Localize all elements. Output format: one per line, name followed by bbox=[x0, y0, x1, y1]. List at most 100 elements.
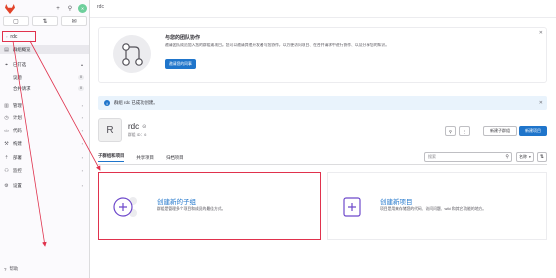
sidebar-item-group-overview[interactable]: ▤ 群组概览 bbox=[0, 45, 89, 54]
help-label: 帮助 bbox=[9, 266, 19, 271]
group-tabs: 子群组和项目 共享项目 归档项目 bbox=[98, 153, 184, 162]
project-illustration-icon bbox=[343, 197, 361, 217]
sidebar-item-deploy[interactable]: ⇡ 部署 › bbox=[0, 153, 89, 162]
invite-title: 与您的团队协作 bbox=[165, 35, 201, 41]
alert-text: 群组 rdc 已成功创建。 bbox=[114, 100, 158, 105]
collaboration-illustration-icon bbox=[113, 35, 151, 73]
create-subgroup-card[interactable]: 创建新的子组 群组是管理多个项目和成员的最佳方式。 bbox=[98, 172, 321, 240]
new-subgroup-button[interactable]: 新建子群组 bbox=[483, 126, 517, 136]
merge-requests-shortcut-icon[interactable]: ⇅ bbox=[32, 16, 58, 26]
sidebar-item-label: 群组概览 bbox=[13, 46, 31, 52]
chevron-right-icon: › bbox=[81, 128, 83, 133]
group-id: 群组 ID：6 bbox=[128, 133, 147, 137]
invite-members-card: 与您的团队协作 邀请团队成员加入您的群组或项目。您可以邀请其他开发者与您协作，以… bbox=[98, 27, 547, 83]
build-icon: ⚒ bbox=[4, 140, 9, 147]
chevron-right-icon: › bbox=[81, 183, 83, 188]
divider bbox=[90, 17, 556, 18]
pin-icon: ⌖ bbox=[5, 61, 8, 68]
issues-count-badge: 0 bbox=[78, 75, 84, 80]
plus-icon[interactable]: + bbox=[54, 5, 62, 13]
search-input[interactable]: 搜索 ⚲ bbox=[424, 152, 512, 162]
issues-shortcut-icon[interactable]: ▢ bbox=[3, 16, 29, 26]
sidebar-item-manage[interactable]: ▥ 管理 › bbox=[0, 101, 89, 110]
sort-dropdown[interactable]: 名称 ▾ bbox=[516, 152, 534, 162]
top-icons: + ⚲ ✕ bbox=[54, 4, 87, 13]
tab-subgroups-and-projects[interactable]: 子群组和项目 bbox=[98, 153, 125, 162]
sidebar-item-label: 监控 bbox=[13, 167, 22, 173]
settings-icon-button[interactable]: ⚲ bbox=[445, 126, 456, 136]
lock-icon: ⊝ bbox=[142, 123, 147, 130]
sidebar-item-monitor[interactable]: ⚇ 监控 › bbox=[0, 166, 89, 175]
deploy-icon: ⇡ bbox=[4, 154, 9, 161]
sidebar-item-label: 计划 bbox=[13, 114, 22, 120]
project-name: rdc bbox=[10, 33, 18, 40]
project-context-switcher[interactable]: ▫ rdc bbox=[2, 31, 36, 42]
group-title: rdc ⊝ bbox=[128, 122, 146, 131]
gear-icon: ⚙ bbox=[4, 182, 9, 189]
wrench-icon: ⚲ bbox=[449, 128, 452, 134]
chevron-right-icon: › bbox=[81, 168, 83, 173]
sidebar-item-merge-requests[interactable]: 合并请求 0 bbox=[0, 84, 89, 93]
create-project-description: 项目是用来存储您的代码、访问问题、wiki 和其它功能的地方。 bbox=[380, 207, 487, 211]
sidebar-item-settings[interactable]: ⚙ 设置 › bbox=[0, 181, 89, 190]
sidebar-item-pinned[interactable]: ⌖ 已钉选 ▴ bbox=[0, 60, 89, 69]
create-subgroup-title[interactable]: 创建新的子组 bbox=[157, 196, 196, 206]
chevron-down-icon: ▾ bbox=[529, 155, 531, 159]
search-placeholder: 搜索 bbox=[428, 154, 436, 159]
close-icon[interactable]: ✕ bbox=[539, 30, 543, 36]
sidebar-item-code[interactable]: </> 代码 › bbox=[0, 126, 89, 135]
overview-icon: ▤ bbox=[4, 46, 9, 53]
invite-description: 邀请团队成员加入您的群组或项目。您可以邀请其他开发者与您协作，以方便访问项目、在… bbox=[165, 43, 390, 47]
group-name: rdc bbox=[128, 122, 140, 131]
tab-shared-projects[interactable]: 共享项目 bbox=[136, 155, 154, 161]
breadcrumb[interactable]: rdc bbox=[97, 4, 104, 10]
sidebar-item-label: 议题 bbox=[13, 74, 22, 80]
sort-direction-button[interactable]: ⇅ bbox=[537, 152, 547, 162]
search-icon: ⚲ bbox=[505, 154, 509, 160]
search-icon[interactable]: ⚲ bbox=[66, 5, 74, 13]
create-project-card[interactable]: 创建新项目 项目是用来存储您的代码、访问问题、wiki 和其它功能的地方。 bbox=[327, 172, 547, 240]
chevron-right-icon: › bbox=[81, 155, 83, 160]
gitlab-logo-icon[interactable] bbox=[5, 4, 15, 14]
manage-icon: ▥ bbox=[4, 102, 9, 109]
new-project-button[interactable]: 新建项目 bbox=[519, 126, 547, 136]
project-icon: ▫ bbox=[6, 34, 8, 39]
sidebar-item-plan[interactable]: ◷ 计划 › bbox=[0, 113, 89, 122]
tab-archived-projects[interactable]: 归档项目 bbox=[166, 155, 184, 161]
chevron-right-icon: › bbox=[81, 103, 83, 108]
invite-colleagues-button[interactable]: 邀请您的同事 bbox=[165, 59, 196, 69]
mr-count-badge: 0 bbox=[78, 86, 84, 91]
sort-label: 名称 bbox=[519, 154, 527, 159]
sidebar-item-issues[interactable]: 议题 0 bbox=[0, 73, 89, 82]
success-alert: i 群组 rdc 已成功创建。 ✕ bbox=[98, 96, 547, 110]
code-icon: </> bbox=[4, 128, 10, 133]
info-icon: i bbox=[104, 100, 110, 106]
more-actions-button[interactable]: ⋮ bbox=[459, 126, 470, 136]
more-vertical-icon: ⋮ bbox=[462, 128, 467, 134]
close-icon[interactable]: ✕ bbox=[539, 100, 543, 106]
sidebar-item-build[interactable]: ⚒ 构建 › bbox=[0, 139, 89, 148]
sidebar-item-label: 部署 bbox=[13, 154, 22, 160]
create-project-title[interactable]: 创建新项目 bbox=[380, 196, 413, 206]
sidebar-item-label: 代码 bbox=[13, 127, 22, 133]
monitor-icon: ⚇ bbox=[4, 167, 9, 174]
avatar[interactable]: ✕ bbox=[78, 4, 87, 13]
sidebar-item-label: 管理 bbox=[13, 102, 22, 108]
sidebar-item-label: 设置 bbox=[13, 182, 22, 188]
group-avatar: R bbox=[98, 118, 122, 142]
sidebar-shortcuts: ▢ ⇅ ✉ bbox=[3, 16, 87, 26]
sidebar-item-label: 已钉选 bbox=[13, 61, 27, 67]
plan-icon: ◷ bbox=[4, 114, 9, 121]
sidebar-item-label: 构建 bbox=[13, 140, 22, 146]
subgroup-illustration-icon bbox=[113, 197, 137, 217]
help-link[interactable]: ? 帮助 bbox=[4, 266, 18, 272]
help-icon: ? bbox=[4, 266, 7, 272]
sort-direction-icon: ⇅ bbox=[539, 154, 545, 160]
sidebar-item-label: 合并请求 bbox=[13, 85, 31, 91]
chevron-right-icon: › bbox=[81, 115, 83, 120]
create-subgroup-description: 群组是管理多个项目和成员的最佳方式。 bbox=[157, 207, 226, 211]
chevron-right-icon: › bbox=[81, 141, 83, 146]
sidebar: + ⚲ ✕ ▢ ⇅ ✉ ▫ rdc ▤ 群组概览 ⌖ 已钉选 ▴ 议题 0 合并… bbox=[0, 0, 90, 278]
chevron-up-icon: ▴ bbox=[80, 62, 83, 67]
todos-shortcut-icon[interactable]: ✉ bbox=[61, 16, 87, 26]
